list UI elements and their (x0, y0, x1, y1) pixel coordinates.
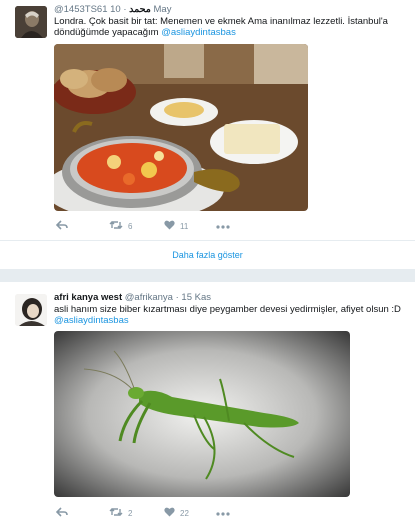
like-icon (164, 220, 175, 232)
tweet-header: afri kanya west @afrikanya · 15 Kas (54, 292, 211, 303)
retweet-icon (109, 507, 123, 519)
like-icon (164, 507, 175, 519)
more-button[interactable] (216, 219, 230, 233)
retweet-icon (109, 220, 123, 232)
like-button[interactable]: 11 (164, 219, 188, 233)
tweet: @1453TS61 محمد · 10 May Londra. Çok basi… (0, 0, 415, 240)
separator-dot: · (175, 292, 179, 303)
more-button[interactable] (216, 506, 230, 520)
avatar[interactable] (15, 294, 47, 326)
like-count: 22 (180, 508, 189, 518)
tweet-photo[interactable] (54, 44, 308, 211)
user-handle[interactable]: @1453TS61 (54, 4, 107, 15)
tweet-photo[interactable] (54, 331, 350, 497)
retweet-button[interactable]: 6 (109, 219, 132, 233)
mention-link[interactable]: @asliaydintasbas (161, 27, 236, 38)
more-icon (216, 222, 230, 231)
like-count: 11 (180, 221, 189, 231)
reply-button[interactable] (55, 506, 68, 520)
user-handle[interactable]: @afrikanya (125, 292, 173, 303)
like-button[interactable]: 22 (164, 506, 189, 520)
separator-dot: · (123, 4, 127, 15)
tweet-text: Londra. Çok basit bir tat: Menemen ve ek… (54, 16, 404, 38)
tweet-actions: 6 11 (54, 219, 304, 233)
avatar[interactable] (15, 6, 47, 38)
more-icon (216, 509, 230, 518)
tweet-time[interactable]: 15 Kas (181, 292, 211, 303)
tweet-text: asli hanım size biber kızartması diye pe… (54, 304, 404, 326)
retweet-count: 6 (128, 221, 133, 231)
tweet-body: asli hanım size biber kızartması diye pe… (54, 304, 401, 315)
tweet-header: @1453TS61 محمد · 10 May (54, 4, 171, 15)
retweet-button[interactable]: 2 (109, 506, 132, 520)
retweet-count: 2 (128, 508, 133, 518)
reply-icon (55, 507, 68, 519)
show-more-link[interactable]: Daha fazla göster (0, 240, 415, 270)
timeline-divider (0, 270, 415, 282)
user-fullname[interactable]: afri kanya west (54, 292, 122, 303)
tweet-actions: 2 22 (54, 506, 304, 520)
user-fullname[interactable]: محمد (129, 4, 151, 15)
reply-icon (55, 220, 68, 232)
reply-button[interactable] (55, 219, 68, 233)
mention-link[interactable]: @asliaydintasbas (54, 315, 129, 326)
